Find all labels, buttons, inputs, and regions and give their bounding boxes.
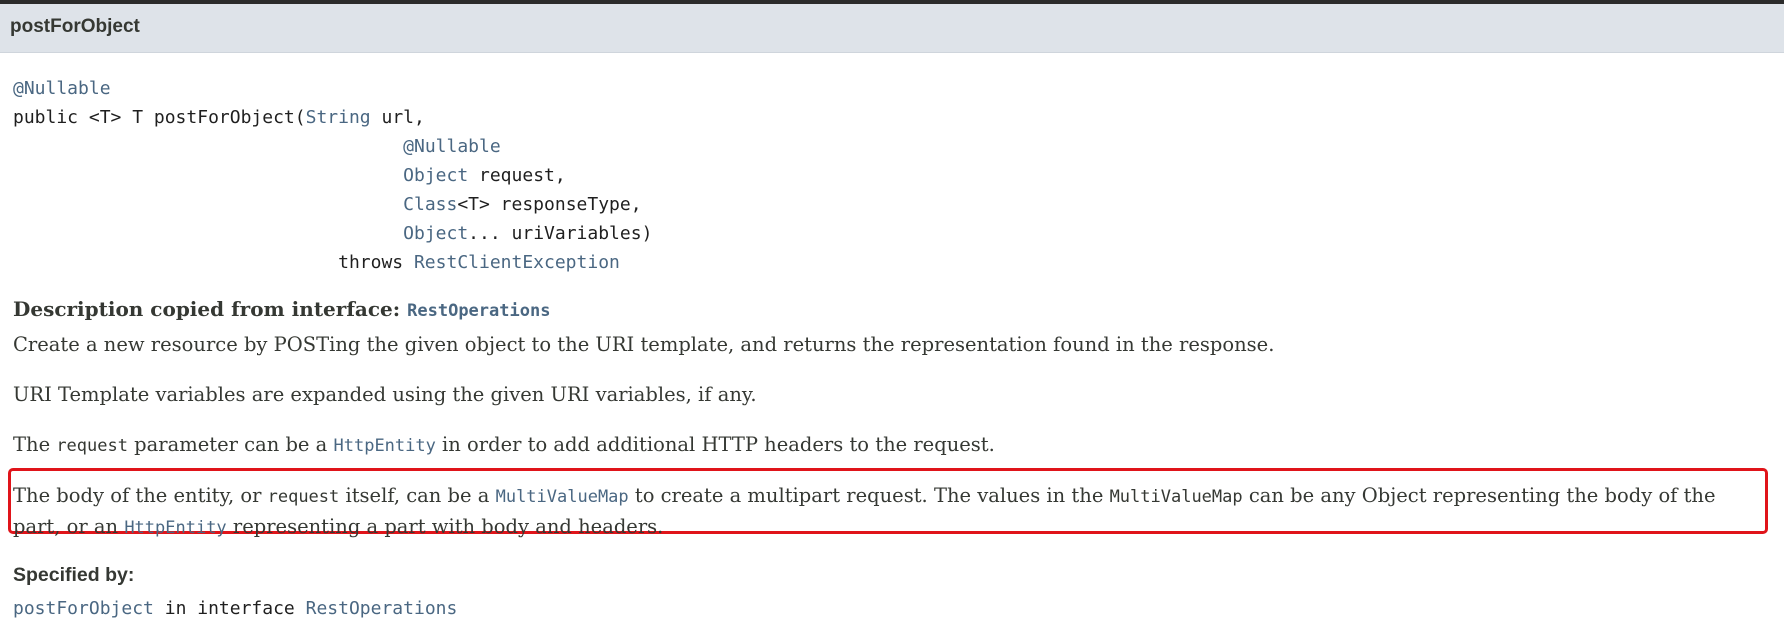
p4-code-multivaluemap: MultiValueMap [1109, 487, 1243, 507]
javadoc-page: postForObject @Nullable public <T> T pos… [0, 0, 1784, 629]
class-type-link[interactable]: Class [403, 194, 457, 215]
rest-operations-link[interactable]: RestOperations [407, 301, 550, 321]
string-type-link[interactable]: String [306, 107, 371, 128]
param-request: request, [468, 165, 566, 186]
p3-text-a: The [13, 433, 57, 456]
rest-client-exception-link[interactable]: RestClientException [414, 252, 620, 273]
p4-text-c: to create a multipart request. The value… [628, 484, 1110, 507]
method-signature: @Nullable public <T> T postForObject(Str… [13, 74, 652, 277]
p4-text-e: representing a part with body and header… [226, 515, 664, 538]
p3-code-request: request [56, 436, 128, 456]
signature-prefix: public <T> T postForObject( [13, 107, 306, 128]
object-type-link[interactable]: Object [403, 165, 468, 186]
specified-by-line: postForObject in interface RestOperation… [13, 598, 457, 619]
specified-by-mid: in interface [153, 598, 306, 619]
description-paragraph-1: Create a new resource by POSTing the giv… [13, 333, 1275, 356]
p4-text-b: itself, can be a [339, 484, 496, 507]
description-heading-label: Description copied from interface: [13, 297, 408, 321]
specified-by-label: Specified by: [13, 564, 135, 586]
nullable-annotation-link-2[interactable]: @Nullable [403, 136, 501, 157]
p4-text-a: The body of the entity, or [13, 484, 268, 507]
throws-keyword: throws [338, 252, 414, 273]
http-entity-link-2[interactable]: HttpEntity [124, 518, 226, 538]
post-for-object-link[interactable]: postForObject [13, 598, 154, 619]
multi-value-map-link[interactable]: MultiValueMap [496, 487, 629, 507]
object-type-link-2[interactable]: Object [403, 223, 468, 244]
param-uri-variables: ... uriVariables) [468, 223, 653, 244]
p3-text-c: in order to add additional HTTP headers … [435, 433, 995, 456]
description-paragraph-3: The request parameter can be a HttpEntit… [13, 430, 1773, 461]
param-response-type: <T> responseType, [457, 194, 642, 215]
param-url: url, [370, 107, 425, 128]
description-heading: Description copied from interface: RestO… [13, 297, 550, 321]
p4-code-request: request [267, 487, 340, 507]
nullable-annotation-link[interactable]: @Nullable [13, 78, 111, 99]
description-paragraph-2: URI Template variables are expanded usin… [13, 383, 757, 406]
http-entity-link[interactable]: HttpEntity [334, 436, 436, 456]
method-header: postForObject [0, 4, 1784, 53]
p3-text-b: parameter can be a [127, 433, 334, 456]
description-paragraph-4: The body of the entity, or request itsel… [13, 481, 1763, 543]
rest-operations-interface-link[interactable]: RestOperations [306, 598, 458, 619]
method-title: postForObject [10, 16, 140, 37]
